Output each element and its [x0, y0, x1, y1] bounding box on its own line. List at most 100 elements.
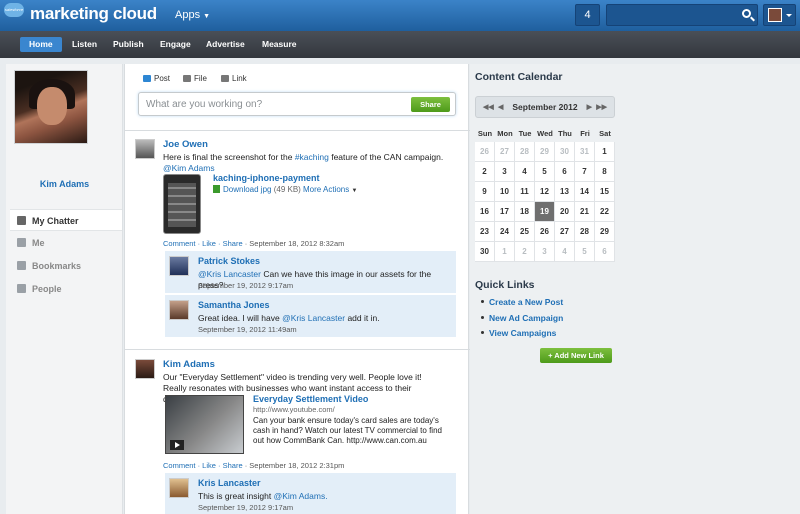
calendar-day[interactable]: 19 — [535, 202, 555, 222]
calendar-day[interactable]: 27 — [495, 142, 515, 162]
avatar[interactable] — [169, 300, 189, 320]
tab-file[interactable]: File — [183, 74, 207, 83]
calendar-day[interactable]: 22 — [595, 202, 615, 222]
calendar-day[interactable]: 4 — [555, 242, 575, 262]
user-menu-button[interactable] — [763, 4, 796, 26]
video-thumbnail[interactable] — [165, 395, 244, 454]
share-button[interactable]: Share — [411, 97, 450, 112]
comment-author[interactable]: Kris Lancaster — [198, 478, 261, 488]
avatar[interactable] — [169, 478, 189, 498]
nav-listen[interactable]: Listen — [72, 37, 97, 52]
video-link[interactable]: http://www.can.com.au — [346, 436, 426, 445]
post-author[interactable]: Kim Adams — [163, 359, 215, 370]
attachment-thumbnail[interactable] — [163, 174, 201, 234]
nav-engage[interactable]: Engage — [160, 37, 191, 52]
mention-link[interactable]: @Kim Adams — [163, 163, 215, 173]
notification-count-button[interactable]: 4 — [575, 4, 600, 26]
calendar-day[interactable]: 10 — [495, 182, 515, 202]
post-author[interactable]: Joe Owen — [163, 139, 208, 150]
calendar-day[interactable]: 27 — [555, 222, 575, 242]
calendar-day[interactable]: 9 — [475, 182, 495, 202]
sidebar-item-bookmarks[interactable]: Bookmarks — [10, 255, 122, 277]
apps-menu[interactable]: Apps ▼ — [175, 9, 210, 21]
attachment-name[interactable]: kaching-iphone-payment — [213, 173, 320, 183]
calendar-day[interactable]: 25 — [515, 222, 535, 242]
search-input[interactable] — [606, 4, 758, 26]
app-logo[interactable]: marketing cloud — [30, 4, 157, 24]
calendar-day[interactable]: 21 — [575, 202, 595, 222]
calendar-day[interactable]: 13 — [555, 182, 575, 202]
calendar-day[interactable]: 26 — [475, 142, 495, 162]
calendar-day[interactable]: 28 — [575, 222, 595, 242]
calendar-day[interactable]: 24 — [495, 222, 515, 242]
calendar-day[interactable]: 14 — [575, 182, 595, 202]
calendar-day[interactable]: 15 — [595, 182, 615, 202]
calendar-day[interactable]: 16 — [475, 202, 495, 222]
avatar[interactable] — [135, 359, 155, 379]
quick-link-view-campaigns[interactable]: View Campaigns — [481, 328, 556, 338]
tab-post[interactable]: Post — [143, 74, 170, 83]
calendar-day[interactable]: 20 — [555, 202, 575, 222]
calendar-day[interactable]: 6 — [595, 242, 615, 262]
next-month-icon[interactable]: ▶ — [587, 97, 592, 118]
calendar-day[interactable]: 3 — [495, 162, 515, 182]
nav-advertise[interactable]: Advertise — [206, 37, 245, 52]
calendar-day[interactable]: 11 — [515, 182, 535, 202]
sidebar-item-me[interactable]: Me — [10, 232, 122, 254]
calendar-day[interactable]: 31 — [575, 142, 595, 162]
calendar-day[interactable]: 17 — [495, 202, 515, 222]
comment-author[interactable]: Patrick Stokes — [198, 256, 260, 266]
calendar-day[interactable]: 30 — [555, 142, 575, 162]
nav-publish[interactable]: Publish — [113, 37, 144, 52]
calendar-day[interactable]: 5 — [575, 242, 595, 262]
profile-photo[interactable] — [14, 70, 88, 144]
sidebar-item-my-chatter[interactable]: My Chatter — [10, 209, 122, 231]
comment-author[interactable]: Samantha Jones — [198, 300, 270, 310]
calendar-day[interactable]: 1 — [595, 142, 615, 162]
calendar-day[interactable]: 4 — [515, 162, 535, 182]
calendar-day[interactable]: 28 — [515, 142, 535, 162]
calendar-day[interactable]: 5 — [535, 162, 555, 182]
add-new-link-button[interactable]: + Add New Link — [540, 348, 612, 363]
mention-link[interactable]: @Kris Lancaster — [198, 269, 261, 279]
publisher-input[interactable]: What are you working on? Share — [138, 92, 456, 116]
avatar[interactable] — [135, 139, 155, 159]
hashtag-link[interactable]: #kaching — [295, 152, 329, 162]
calendar-day[interactable]: 18 — [515, 202, 535, 222]
post-actions[interactable]: Comment · Like · Share — [163, 239, 243, 248]
profile-name[interactable]: Kim Adams — [6, 179, 123, 189]
tab-link[interactable]: Link — [221, 74, 247, 83]
nav-home[interactable]: Home — [20, 37, 62, 52]
prev-month-icon[interactable]: ◀ — [498, 97, 503, 118]
calendar-day[interactable]: 23 — [475, 222, 495, 242]
calendar-day[interactable]: 6 — [555, 162, 575, 182]
mention-link[interactable]: @Kim Adams. — [274, 491, 328, 501]
nav-measure[interactable]: Measure — [262, 37, 297, 52]
calendar-day[interactable]: 29 — [535, 142, 555, 162]
calendar-day[interactable]: 7 — [575, 162, 595, 182]
calendar-day[interactable]: 12 — [535, 182, 555, 202]
avatar[interactable] — [169, 256, 189, 276]
play-icon[interactable] — [170, 440, 184, 450]
download-link[interactable]: Download jpg (49 KB) — [213, 185, 301, 194]
calendar-day[interactable]: 1 — [495, 242, 515, 262]
calendar-day[interactable]: 29 — [595, 222, 615, 242]
next-year-icon[interactable]: ▶▶ — [596, 97, 607, 118]
calendar-day[interactable]: 3 — [535, 242, 555, 262]
calendar-weekday: Sun — [477, 129, 493, 138]
search-icon[interactable] — [742, 9, 751, 18]
post-actions[interactable]: Comment · Like · Share — [163, 461, 243, 470]
calendar-day[interactable]: 8 — [595, 162, 615, 182]
salesforce-logo[interactable]: salesforce — [4, 3, 24, 17]
video-title[interactable]: Everyday Settlement Video — [253, 394, 368, 404]
mention-link[interactable]: @Kris Lancaster — [282, 313, 345, 323]
calendar-day[interactable]: 2 — [515, 242, 535, 262]
sidebar-item-people[interactable]: People — [10, 278, 122, 300]
quick-link-new-ad-campaign[interactable]: New Ad Campaign — [481, 313, 563, 323]
more-actions-menu[interactable]: More Actions ▼ — [303, 185, 357, 194]
quick-link-create-post[interactable]: Create a New Post — [481, 297, 563, 307]
calendar-day[interactable]: 26 — [535, 222, 555, 242]
prev-year-icon[interactable]: ◀◀ — [483, 97, 494, 118]
calendar-day[interactable]: 30 — [475, 242, 495, 262]
calendar-day[interactable]: 2 — [475, 162, 495, 182]
